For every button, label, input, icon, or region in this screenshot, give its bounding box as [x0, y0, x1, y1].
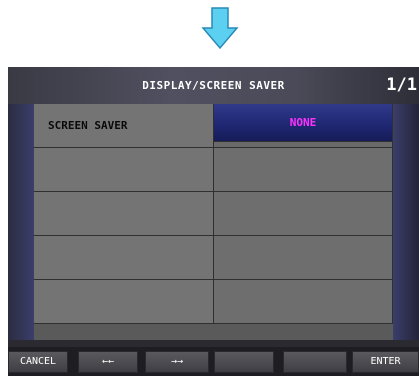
- enter-button[interactable]: ENTER: [352, 351, 419, 373]
- blank-button-1[interactable]: [214, 351, 274, 373]
- setting-label-3: [34, 192, 214, 236]
- setting-label-5: [34, 280, 214, 324]
- setting-value-4[interactable]: [214, 236, 393, 280]
- prev-page-button[interactable]: ←←: [78, 351, 138, 373]
- lcd-screen: DISPLAY/SCREEN SAVER 1/1 SCREEN SAVER NO…: [8, 67, 419, 376]
- left-frame: [8, 104, 34, 340]
- setting-value-5[interactable]: [214, 280, 393, 324]
- page-indicator: 1/1: [386, 75, 417, 95]
- down-arrow-icon: [201, 7, 239, 50]
- setting-value-3[interactable]: [214, 192, 393, 236]
- header-bar: DISPLAY/SCREEN SAVER 1/1: [8, 67, 419, 104]
- page-title: DISPLAY/SCREEN SAVER: [142, 79, 285, 92]
- setting-label-2: [34, 148, 214, 192]
- setting-label-4: [34, 236, 214, 280]
- setting-value-2[interactable]: [214, 148, 393, 192]
- blank-button-2[interactable]: [283, 351, 347, 373]
- settings-table: SCREEN SAVER NONE: [34, 104, 393, 340]
- next-page-button[interactable]: →→: [145, 351, 209, 373]
- screen-saver-label: SCREEN SAVER: [34, 104, 214, 148]
- cancel-button[interactable]: CANCEL: [8, 351, 68, 373]
- footer-bar: CANCEL ←← →→ ENTER: [8, 347, 419, 376]
- right-frame: [393, 104, 419, 340]
- screen-saver-value-button[interactable]: NONE: [214, 104, 393, 142]
